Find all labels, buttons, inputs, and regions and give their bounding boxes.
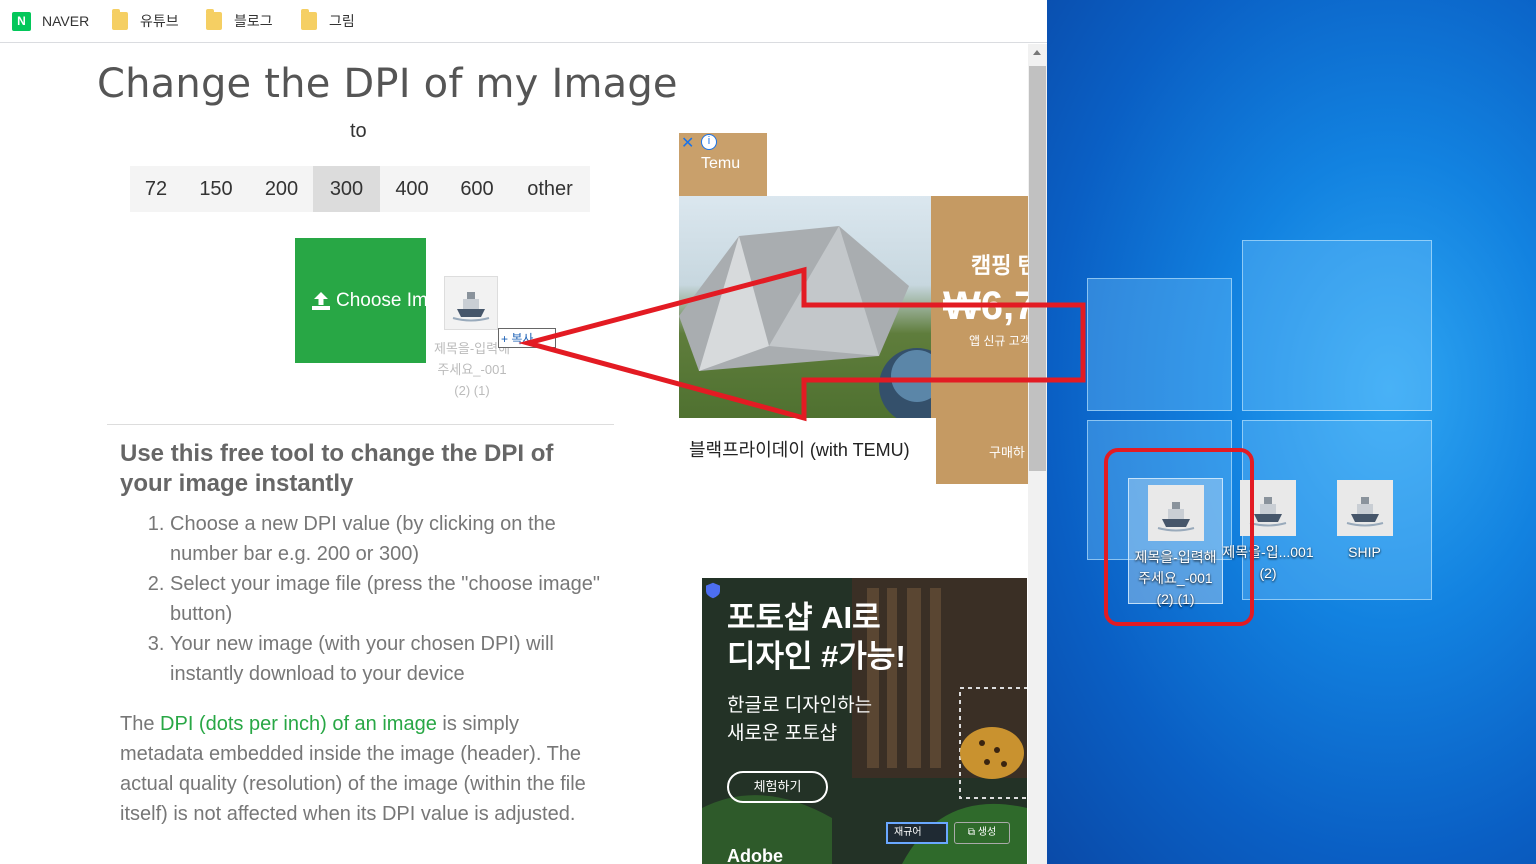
promo-panel: 캠핑 텐 ₩6,7 앱 신규 고객 xyxy=(931,196,1028,418)
list-item: 2. Select your image file (press the "ch… xyxy=(147,573,600,625)
desktop-file-label: SHIP xyxy=(1348,544,1381,560)
dpi-option-300[interactable]: 300 xyxy=(313,166,380,212)
adobe-logo: Adobe xyxy=(727,846,783,864)
windows-desktop: 제목을-입력해주세요_-001 (2) (1) 제목을-입...001 (2) … xyxy=(1047,0,1536,864)
dpi-selector: 72 150 200 300 400 600 other xyxy=(130,166,590,212)
bookmark-label: 블로그 xyxy=(234,13,273,29)
bookmark-label: 유튜브 xyxy=(140,13,179,29)
buy-button[interactable]: 구매하 xyxy=(936,418,1028,484)
choose-image-label: Choose Im xyxy=(336,289,426,311)
info-icon[interactable]: i xyxy=(701,134,717,150)
promo-subtext: 앱 신규 고객 xyxy=(969,334,1028,348)
windows-logo-pane xyxy=(1087,278,1232,411)
bookmark-youtube-folder[interactable]: 유튜브 xyxy=(112,9,179,32)
dpi-link[interactable]: DPI (dots per inch) of an image xyxy=(160,713,437,735)
scroll-up-icon[interactable] xyxy=(1033,50,1041,55)
ship-image-icon xyxy=(1336,480,1393,536)
promo-price: ₩6,7 xyxy=(943,284,1028,328)
desktop-file-icon[interactable]: SHIP xyxy=(1317,480,1412,563)
folder-icon xyxy=(301,9,317,30)
bookmark-blog-folder[interactable]: 블로그 xyxy=(206,9,273,32)
naver-logo-icon: N xyxy=(12,11,31,31)
bookmark-naver[interactable]: N NAVER xyxy=(12,10,89,32)
prompt-field[interactable]: 재규어 xyxy=(886,822,948,844)
scroll-thumb[interactable] xyxy=(1029,66,1046,471)
ad-subheadline: 한글로 디자인하는 새로운 포토샵 xyxy=(727,695,873,744)
dpi-option-72[interactable]: 72 xyxy=(130,166,182,212)
copy-badge: + 복사 xyxy=(498,328,556,348)
folder-icon xyxy=(112,9,128,30)
bookmark-label: 그림 xyxy=(329,13,355,29)
adobe-ad[interactable]: 포토샵 AI로 디자인 #가능! 한글로 디자인하는 새로운 포토샵 체험하기 재규… xyxy=(702,578,1027,864)
choose-image-button[interactable]: Choose Im xyxy=(295,238,426,363)
ad-headline: 포토샵 AI로 디자인 #가능! xyxy=(727,600,906,674)
vertical-scrollbar[interactable] xyxy=(1028,44,1047,864)
promo-headline: 캠핑 텐 xyxy=(971,253,1028,278)
dpi-explanation: The DPI (dots per inch) of an image is s… xyxy=(120,713,586,825)
tent-ad-image[interactable]: 캠핑 텐 ₩6,7 앱 신규 고객 xyxy=(679,196,1028,418)
list-item: 1. Choose a new DPI value (by clicking o… xyxy=(147,513,556,565)
dpi-option-200[interactable]: 200 xyxy=(250,166,313,212)
temu-ad[interactable]: ✕ i Temu 캠핑 텐 ₩6,7 앱 신규 고객 블랙프라이데이 (with… xyxy=(679,133,1028,484)
drag-ghost-file: 제목을-입력해주세요_-001 (2) (1) + 복사 xyxy=(430,276,556,406)
ad-caption[interactable]: 블랙프라이데이 (with TEMU) xyxy=(689,436,910,462)
dpi-option-400[interactable]: 400 xyxy=(380,166,444,212)
dpi-option-600[interactable]: 600 xyxy=(444,166,510,212)
try-button[interactable]: 체험하기 xyxy=(727,771,828,803)
ad-badge: ✕ i Temu xyxy=(679,133,767,196)
bookmark-label: NAVER xyxy=(42,13,90,29)
steps-list: 1. Choose a new DPI value (by clicking o… xyxy=(120,509,600,689)
bookmarks-bar: N NAVER 유튜브 블로그 그림 xyxy=(0,0,1047,43)
folder-icon xyxy=(206,9,222,30)
to-label: to xyxy=(350,120,367,142)
ad-brand: Temu xyxy=(701,155,741,172)
web-page: Change the DPI of my Image to 72 150 200… xyxy=(0,44,1028,864)
generate-button[interactable]: ⧉ 생성 xyxy=(954,822,1010,844)
windows-logo-pane xyxy=(1242,240,1432,411)
dpi-option-other[interactable]: other xyxy=(510,166,590,212)
divider xyxy=(107,424,614,425)
close-icon[interactable]: ✕ xyxy=(681,133,694,153)
browser-window: N NAVER 유튜브 블로그 그림 Change the DPI of my … xyxy=(0,0,1047,864)
bookmark-drawing-folder[interactable]: 그림 xyxy=(301,9,355,32)
highlight-box-annotation xyxy=(1104,448,1254,626)
upload-icon xyxy=(311,291,331,311)
section-heading: Use this free tool to change the DPI of … xyxy=(120,440,554,497)
dpi-option-150[interactable]: 150 xyxy=(182,166,250,212)
list-item: 3. Your new image (with your chosen DPI)… xyxy=(147,633,554,685)
ship-image-icon xyxy=(444,276,498,330)
page-title: Change the DPI of my Image xyxy=(97,61,678,107)
